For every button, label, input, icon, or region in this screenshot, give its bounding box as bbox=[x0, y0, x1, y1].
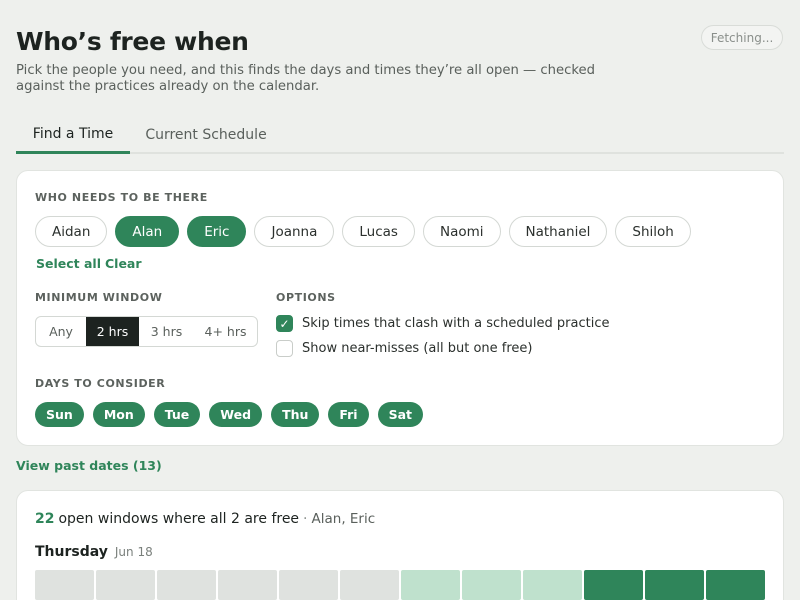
time-slot-strip bbox=[35, 570, 765, 600]
select-all-link[interactable]: Select all bbox=[36, 256, 101, 271]
result-day-header: Thursday Jun 18 bbox=[35, 544, 153, 560]
min-window-label: MINIMUM WINDOW bbox=[35, 291, 163, 304]
results-separator: · bbox=[303, 511, 308, 527]
time-slot[interactable] bbox=[401, 570, 460, 600]
time-slot[interactable] bbox=[340, 570, 399, 600]
result-day-date: Jun 18 bbox=[114, 545, 153, 559]
skip-clashes-label: Skip times that clash with a scheduled p… bbox=[302, 316, 610, 331]
person-chip-eric[interactable]: Eric bbox=[187, 216, 247, 247]
person-chip-naomi[interactable]: Naomi bbox=[422, 216, 501, 247]
skip-clashes-option[interactable]: ✓ Skip times that clash with a scheduled… bbox=[276, 315, 609, 332]
day-chip-fri[interactable]: Fri bbox=[328, 402, 369, 427]
min-window-option-4hrs[interactable]: 4+ hrs bbox=[194, 317, 257, 346]
time-slot[interactable] bbox=[35, 570, 94, 600]
time-slot[interactable] bbox=[584, 570, 643, 600]
results-summary: 22 open windows where all 2 are free · A… bbox=[35, 511, 375, 527]
time-slot[interactable] bbox=[462, 570, 521, 600]
status-badge: Fetching... bbox=[701, 25, 783, 50]
people-chips: Aidan Alan Eric Joanna Lucas Naomi Natha… bbox=[35, 216, 691, 247]
results-people: Alan, Eric bbox=[311, 511, 376, 527]
near-misses-option[interactable]: Show near-misses (all but one free) bbox=[276, 340, 532, 357]
view-past-dates-link[interactable]: View past dates (13) bbox=[16, 458, 162, 473]
person-chip-shiloh[interactable]: Shiloh bbox=[615, 216, 691, 247]
min-window-option-any[interactable]: Any bbox=[36, 317, 86, 346]
page-title: Who’s free when bbox=[16, 27, 249, 56]
day-chip-tue[interactable]: Tue bbox=[153, 402, 201, 427]
day-chip-sun[interactable]: Sun bbox=[35, 402, 84, 427]
day-chip-sat[interactable]: Sat bbox=[377, 402, 424, 427]
results-count: 22 bbox=[35, 511, 55, 527]
person-chip-nathaniel[interactable]: Nathaniel bbox=[508, 216, 608, 247]
near-misses-label: Show near-misses (all but one free) bbox=[302, 341, 533, 356]
min-window-option-3hrs[interactable]: 3 hrs bbox=[139, 317, 194, 346]
time-slot[interactable] bbox=[218, 570, 277, 600]
tab-current-schedule[interactable]: Current Schedule bbox=[144, 116, 268, 154]
skip-clashes-checkbox[interactable]: ✓ bbox=[276, 315, 293, 332]
min-window-option-2hrs[interactable]: 2 hrs bbox=[86, 317, 139, 346]
filters-card: WHO NEEDS TO BE THERE Aidan Alan Eric Jo… bbox=[16, 170, 784, 446]
tab-find-a-time[interactable]: Find a Time bbox=[16, 116, 130, 154]
days-section-label: DAYS TO CONSIDER bbox=[35, 377, 166, 390]
day-chip-wed[interactable]: Wed bbox=[209, 402, 263, 427]
results-card: 22 open windows where all 2 are free · A… bbox=[16, 490, 784, 600]
person-chip-joanna[interactable]: Joanna bbox=[254, 216, 335, 247]
clear-link[interactable]: Clear bbox=[105, 256, 142, 271]
time-slot[interactable] bbox=[523, 570, 582, 600]
day-chips: Sun Mon Tue Wed Thu Fri Sat bbox=[35, 402, 424, 427]
near-misses-checkbox[interactable] bbox=[276, 340, 293, 357]
checkmark-icon: ✓ bbox=[279, 316, 290, 331]
tab-bar: Find a Time Current Schedule bbox=[16, 116, 784, 154]
time-slot[interactable] bbox=[157, 570, 216, 600]
options-label: OPTIONS bbox=[276, 291, 336, 304]
time-slot[interactable] bbox=[96, 570, 155, 600]
day-chip-mon[interactable]: Mon bbox=[92, 402, 145, 427]
person-chip-aidan[interactable]: Aidan bbox=[35, 216, 108, 247]
time-slot[interactable] bbox=[279, 570, 338, 600]
min-window-selector: Any 2 hrs 3 hrs 4+ hrs bbox=[35, 316, 258, 347]
time-slot[interactable] bbox=[645, 570, 704, 600]
day-chip-thu[interactable]: Thu bbox=[271, 402, 320, 427]
people-section-label: WHO NEEDS TO BE THERE bbox=[35, 191, 208, 204]
person-chip-lucas[interactable]: Lucas bbox=[342, 216, 415, 247]
results-summary-text: open windows where all 2 are free bbox=[58, 511, 300, 527]
person-chip-alan[interactable]: Alan bbox=[115, 216, 180, 247]
result-day-name: Thursday bbox=[35, 544, 108, 560]
time-slot[interactable] bbox=[706, 570, 765, 600]
page-subtitle: Pick the people you need, and this finds… bbox=[16, 63, 596, 94]
